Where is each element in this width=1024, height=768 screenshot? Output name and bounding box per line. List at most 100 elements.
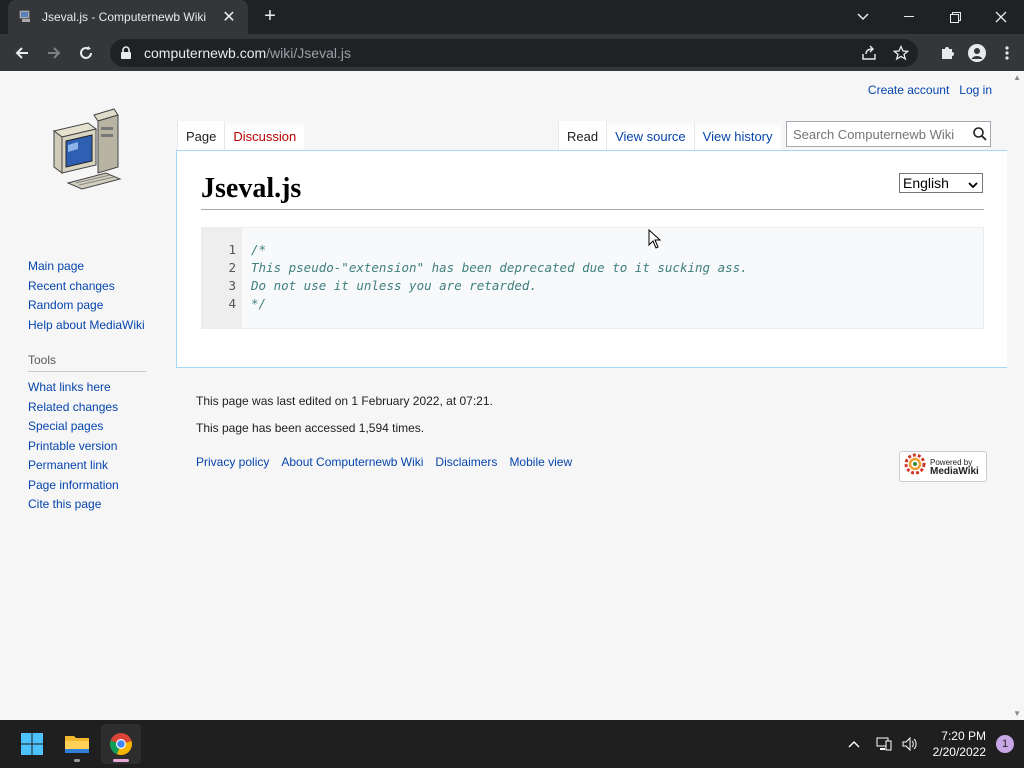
clock[interactable]: 7:20 PM 2/20/2022 [933,728,986,760]
title-divider [201,209,984,210]
line-number: 4 [228,296,236,311]
tools-heading: Tools [28,353,146,372]
more-menu-icon[interactable] [998,44,1016,62]
chevron-up-icon[interactable] [845,735,863,753]
taskbar: 7:20 PM 2/20/2022 1 [0,720,1024,768]
page-views-text: This page has been accessed 1,594 times. [196,421,425,435]
code-line: 3 Do not use it unless you are retarded. [202,278,985,296]
tab-view-history[interactable]: View history [693,121,781,151]
language-select[interactable]: English [899,173,983,193]
content-area: Jseval.js English 1 /* 2 This pseudo-"ex… [176,150,1007,368]
bookmark-star-icon[interactable] [892,44,910,62]
code-line: 4 */ [202,296,985,314]
close-window-icon[interactable] [978,0,1024,34]
search-box [786,121,991,147]
about-wiki-link[interactable]: About Computernewb Wiki [281,455,423,469]
file-explorer-icon[interactable] [57,724,97,764]
tab-search-icon[interactable] [840,0,886,34]
back-arrow-icon[interactable] [8,39,36,67]
sidebar-item-page-information[interactable]: Page information [28,476,168,496]
search-icon[interactable] [969,122,990,146]
close-tab-icon[interactable]: ✕ [220,7,238,27]
navigation-portal: Main page Recent changes Random page Hel… [28,257,168,335]
code-line: 1 /* [202,242,985,260]
namespace-tabs: Page Discussion [177,121,305,151]
sidebar-item-help[interactable]: Help about MediaWiki [28,316,168,336]
sidebar-item-what-links-here[interactable]: What links here [28,378,168,398]
footer-info: This page was last edited on 1 February … [196,394,493,448]
powered-by-text: Powered by MediaWiki [930,458,979,477]
reload-icon[interactable] [72,39,100,67]
lock-icon[interactable] [120,46,134,60]
new-tab-icon[interactable]: + [258,4,282,28]
privacy-policy-link[interactable]: Privacy policy [196,455,269,469]
line-number: 2 [228,260,236,275]
code-text: /* [251,242,267,257]
forward-arrow-icon[interactable] [40,39,68,67]
tools-portal: What links here Related changes Special … [28,378,168,515]
scroll-down-icon[interactable]: ▼ [1013,709,1021,718]
clock-date: 2/20/2022 [932,745,986,759]
sidebar-item-printable-version[interactable]: Printable version [28,437,168,457]
tab-discussion[interactable]: Discussion [224,121,305,151]
code-text: Do not use it unless you are retarded. [251,278,537,293]
start-windows-icon[interactable] [12,724,52,764]
volume-icon[interactable] [901,735,919,753]
powered-by-mediawiki-badge[interactable]: Powered by MediaWiki [899,451,987,482]
sidebar-item-special-pages[interactable]: Special pages [28,417,168,437]
last-edited-text: This page was last edited on 1 February … [196,394,493,408]
profile-avatar-icon[interactable] [968,44,986,62]
line-number: 1 [228,242,236,257]
running-indicator [74,759,80,762]
notification-badge[interactable]: 1 [996,735,1014,753]
browser-tab-active[interactable]: Jseval.js - Computernewb Wiki ✕ [8,0,248,34]
mobile-view-link[interactable]: Mobile view [509,455,572,469]
sidebar-item-related-changes[interactable]: Related changes [28,398,168,418]
tab-title: Jseval.js - Computernewb Wiki [42,10,207,24]
tab-view-source[interactable]: View source [606,121,694,151]
wiki-logo[interactable] [48,107,128,193]
mediawiki-label: MediaWiki [930,465,979,477]
code-line: 2 This pseudo-"extension" has been depre… [202,260,985,278]
sidebar-item-random-page[interactable]: Random page [28,296,168,316]
active-indicator [113,759,129,762]
line-number: 3 [228,278,236,293]
page-scrollbar[interactable]: ▲ ▼ [1010,71,1024,720]
sidebar-item-main-page[interactable]: Main page [28,257,168,277]
chrome-taskbar-icon[interactable] [101,724,141,764]
sidebar: Main page Recent changes Random page Hel… [28,257,168,515]
mediawiki-flower-icon [904,453,926,480]
scroll-up-icon[interactable]: ▲ [1013,73,1021,82]
language-selected-value: English [903,175,949,191]
page-title: Jseval.js [201,173,302,204]
disclaimers-link[interactable]: Disclaimers [435,455,497,469]
wiki-favicon-icon [18,9,34,25]
code-block: 1 /* 2 This pseudo-"extension" has been … [201,227,984,329]
network-icon[interactable] [875,735,893,753]
sidebar-item-cite-this-page[interactable]: Cite this page [28,495,168,515]
share-icon[interactable] [860,44,878,62]
mouse-cursor-icon [648,228,662,254]
create-account-link[interactable]: Create account [868,83,949,97]
log-in-link[interactable]: Log in [959,83,992,97]
tab-page[interactable]: Page [177,121,225,151]
code-text: */ [251,296,267,311]
clock-time: 7:20 PM [941,729,986,743]
page-viewport: Create account Log in Main page Recent c… [0,71,1024,720]
code-text: This pseudo-"extension" has been depreca… [251,260,748,275]
url-path: /wiki/Jseval.js [266,45,351,61]
extensions-puzzle-icon[interactable] [938,44,956,62]
system-tray: 7:20 PM 2/20/2022 1 [845,720,1024,768]
footer-links: Privacy policy About Computernewb Wiki D… [196,455,572,469]
url-host: computernewb.com [144,45,267,61]
address-bar[interactable]: computernewb.com /wiki/Jseval.js [110,39,918,67]
personal-tools: Create account Log in [868,83,992,97]
search-input[interactable] [793,126,969,142]
restore-icon[interactable] [932,0,978,34]
sidebar-item-permanent-link[interactable]: Permanent link [28,456,168,476]
browser-tabstrip: Jseval.js - Computernewb Wiki ✕ + [0,0,1024,34]
minimize-icon[interactable] [886,0,932,34]
chevron-down-icon [968,177,978,193]
sidebar-item-recent-changes[interactable]: Recent changes [28,277,168,297]
tab-read[interactable]: Read [558,121,607,151]
